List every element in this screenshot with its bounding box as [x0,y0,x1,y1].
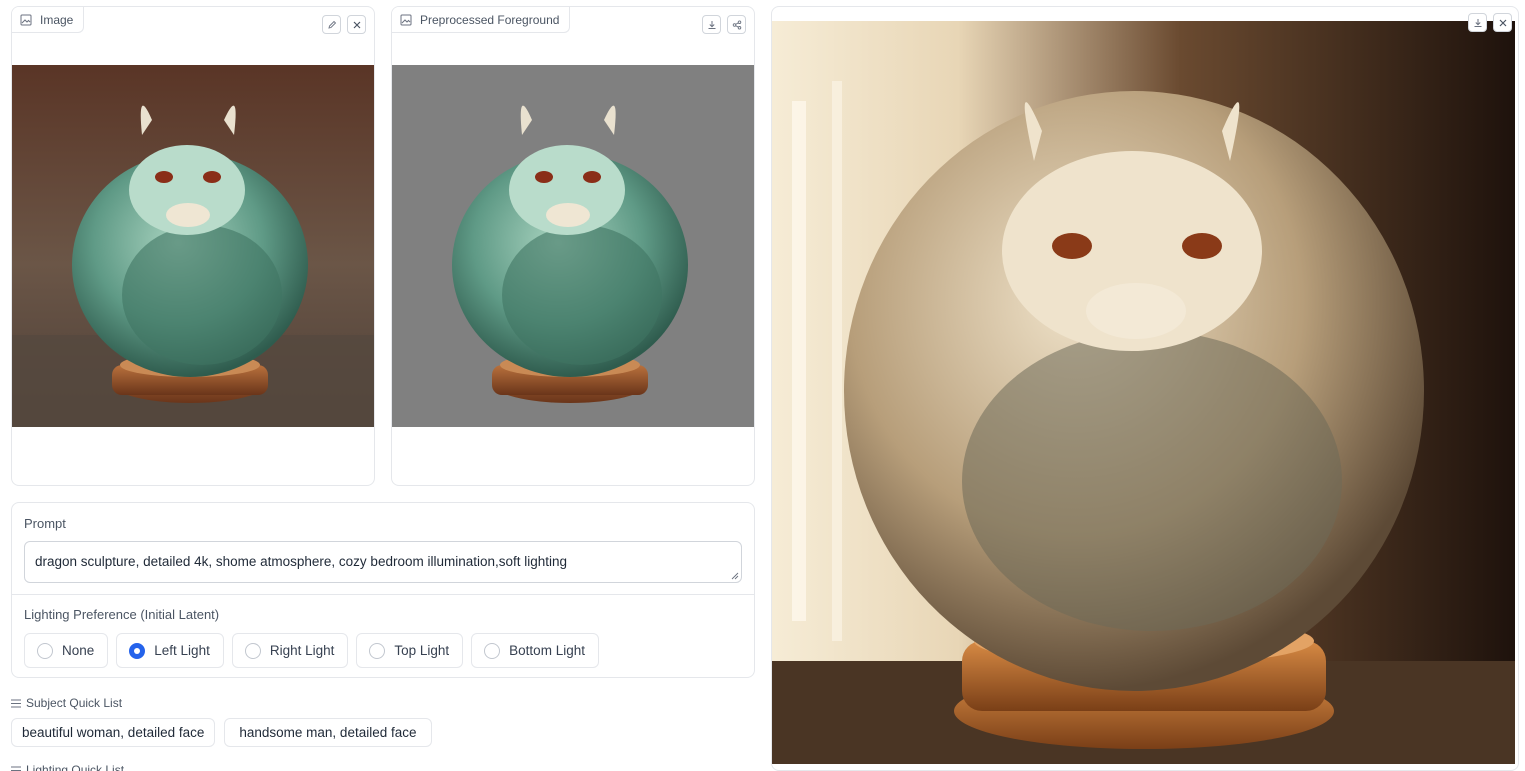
subject-quick-list-label: Subject Quick List [11,696,122,710]
lighting-quick-list-label: Lighting Quick List [11,763,124,771]
input-image-label: Image [12,7,85,33]
download-button[interactable] [702,15,721,34]
foreground-image[interactable] [392,65,754,427]
share-icon [732,19,741,30]
image-icon [20,14,32,26]
lighting-label: Lighting Preference (Initial Latent) [24,607,220,622]
share-button[interactable] [727,15,746,34]
close-icon [1499,19,1506,26]
result-image[interactable] [772,21,1515,764]
edit-icon [327,20,336,29]
lighting-quick-list-title: Lighting Quick List [26,763,125,771]
lighting-option-label: None [62,643,95,658]
lighting-option-label: Bottom Light [509,643,585,658]
subject-chip[interactable]: handsome man, detailed face [224,718,432,747]
foreground-panel: Preprocessed Foreground [391,6,755,486]
input-image-panel: Image [11,6,375,486]
lighting-option-left[interactable]: Left Light [116,633,224,668]
radio-icon [244,642,261,659]
subject-chip[interactable]: beautiful woman, detailed face [11,718,216,747]
subject-quick-list: beautiful woman, detailed face handsome … [11,718,432,747]
edit-button[interactable] [322,15,341,34]
lighting-option-label: Top Light [394,643,450,658]
subject-quick-list-title: Subject Quick List [26,696,123,710]
lighting-option-label: Left Light [154,643,210,658]
prompt-text: dragon sculpture, detailed 4k, shome atm… [35,554,568,569]
prompt-label: Prompt [24,516,66,531]
download-button[interactable] [1468,13,1487,32]
list-icon [11,699,21,707]
clear-image-button[interactable] [347,15,366,34]
radio-icon [369,642,386,659]
image-icon [400,14,412,26]
radio-icon [37,642,53,659]
download-icon [1474,18,1481,27]
lighting-option-bottom[interactable]: Bottom Light [471,633,599,668]
resize-handle-icon[interactable] [731,572,739,580]
close-button[interactable] [1493,13,1512,32]
download-icon [708,20,715,29]
input-image-title: Image [40,12,74,27]
lighting-option-top[interactable]: Top Light [356,633,464,668]
foreground-label: Preprocessed Foreground [392,7,571,33]
close-icon [353,21,360,28]
radio-selected-icon [129,642,146,659]
lighting-option-right[interactable]: Right Light [231,633,349,668]
prompt-card: Prompt dragon sculpture, detailed 4k, sh… [11,502,755,678]
lighting-radio-group: None Left Light Right Light Top Light Bo… [24,633,599,668]
lighting-option-none[interactable]: None [24,633,109,668]
radio-icon [484,642,501,659]
lighting-option-label: Right Light [269,643,335,658]
input-image[interactable] [12,65,374,427]
foreground-title: Preprocessed Foreground [420,12,560,27]
prompt-textarea[interactable]: dragon sculpture, detailed 4k, shome atm… [24,541,742,583]
list-icon [11,766,21,771]
result-gallery-panel [771,6,1519,771]
divider [12,594,754,595]
